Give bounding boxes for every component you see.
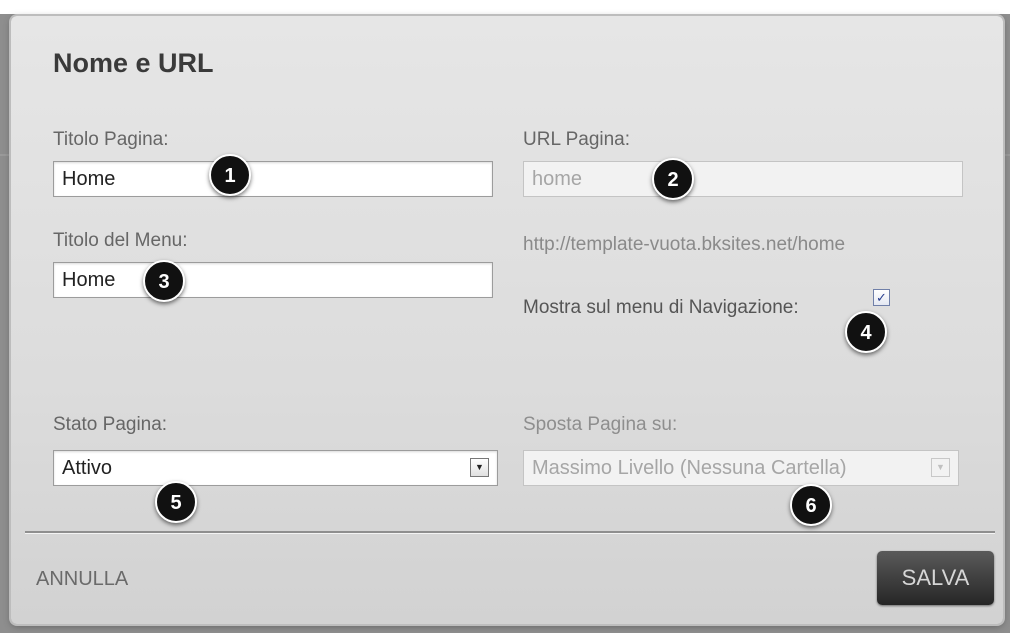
callout-marker-3: 3 [143,260,185,302]
callout-marker-5: 5 [155,481,197,523]
show-in-nav-checkbox[interactable]: ✓ [873,289,890,306]
callout-marker-4: 4 [845,311,887,353]
page-url-label: URL Pagina: [523,129,631,150]
footer-divider [25,531,995,534]
move-page-label: Sposta Pagina su: [523,414,678,435]
menu-title-label: Titolo del Menu: [53,230,188,251]
save-button[interactable]: SALVA [877,551,994,605]
cancel-link[interactable]: ANNULLA [36,568,128,591]
move-page-value: Massimo Livello (Nessuna Cartella) [532,457,847,479]
dialog-title: Nome e URL [53,48,214,78]
page-url-input[interactable]: home [523,161,963,197]
callout-marker-6: 6 [790,484,832,526]
checkmark-icon: ✓ [876,290,887,305]
show-in-nav-label: Mostra sul menu di Navigazione: [523,297,799,318]
page-title-input[interactable]: Home [53,161,493,197]
dropdown-arrow-icon[interactable]: ▼ [470,458,489,477]
page-status-value: Attivo [62,457,113,479]
move-page-select[interactable]: Massimo Livello (Nessuna Cartella) ▼ [523,450,959,486]
page-title-label: Titolo Pagina: [53,129,169,150]
menu-title-input[interactable]: Home [53,262,493,298]
full-url-text: http://template-vuota.bksites.net/home [523,234,846,255]
callout-marker-1: 1 [209,154,251,196]
page-status-select[interactable]: Attivo ▼ [53,450,498,486]
callout-marker-2: 2 [652,158,694,200]
page-status-label: Stato Pagina: [53,414,168,435]
dropdown-arrow-icon[interactable]: ▼ [931,458,950,477]
